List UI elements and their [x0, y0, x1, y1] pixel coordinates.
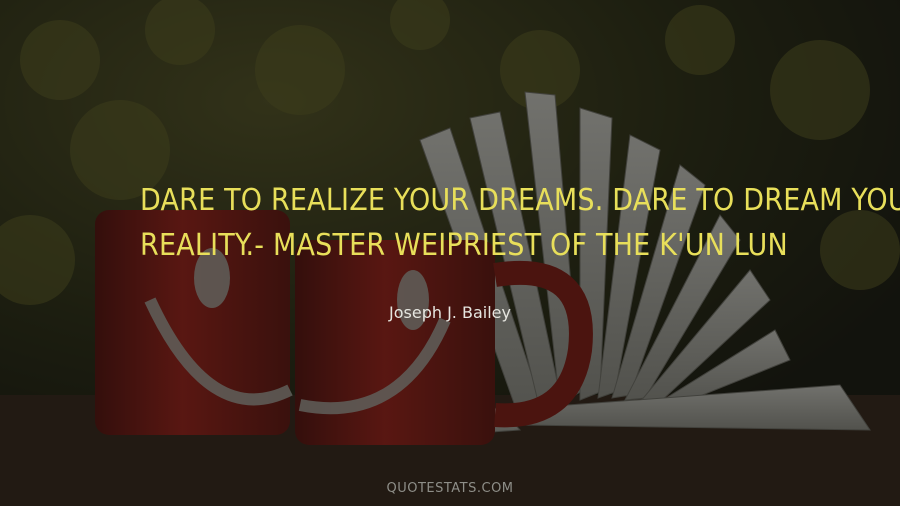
site-watermark: QUOTESTATS.COM	[386, 481, 514, 496]
quote-image: DARE TO REALIZE YOUR DREAMS. DARE TO DRE…	[0, 0, 900, 506]
quote-author: Joseph J. Bailey	[389, 303, 511, 322]
quote-line-2: REALITY.- MASTER WEIPRIEST OF THE K'UN L…	[140, 228, 788, 263]
quote-text: DARE TO REALIZE YOUR DREAMS. DARE TO DRE…	[140, 178, 900, 268]
quote-line-1: DARE TO REALIZE YOUR DREAMS. DARE TO DRE…	[140, 183, 900, 218]
